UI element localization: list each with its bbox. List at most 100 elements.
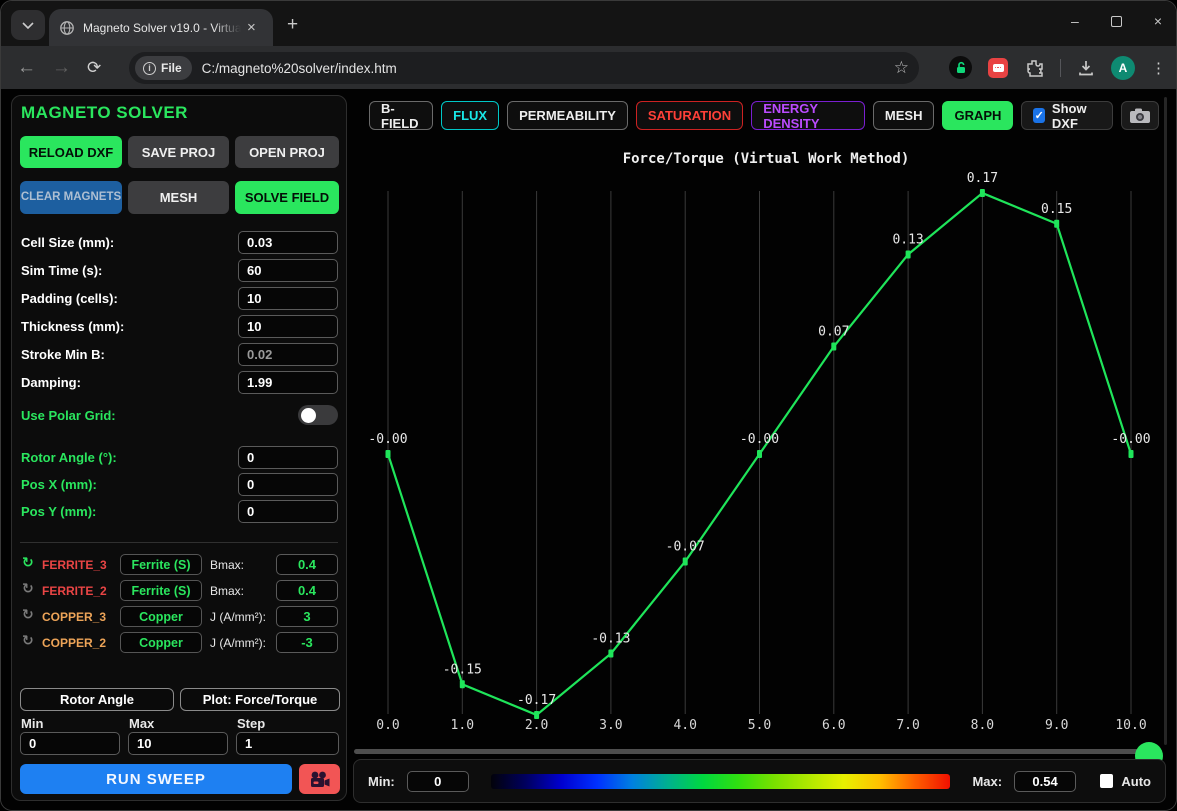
thickness-label: Thickness (mm): <box>21 319 124 334</box>
material-type-button[interactable]: Copper <box>120 606 202 627</box>
svg-text:-0.00: -0.00 <box>1111 432 1150 447</box>
rotor-angle-label: Rotor Angle (°): <box>21 450 117 465</box>
open-proj-button[interactable]: OPEN PROJ <box>235 136 339 168</box>
svg-text:2.0: 2.0 <box>525 718 548 733</box>
refresh-icon[interactable]: ↻ <box>22 633 34 649</box>
stroke-min-b-input[interactable] <box>238 343 338 366</box>
cell-size-input[interactable] <box>238 231 338 254</box>
horizontal-scrollbar[interactable] <box>354 749 1160 754</box>
rotor-angle-input[interactable] <box>238 446 338 469</box>
flux-button[interactable]: FLUX <box>441 101 499 130</box>
forward-icon[interactable]: → <box>52 57 71 79</box>
refresh-icon[interactable]: ↻ <box>22 581 34 597</box>
clear-magnets-button[interactable]: CLEAR MAGNETS <box>20 181 122 214</box>
view-toolbar: B-FIELD FLUX PERMEABILITY SATURATION ENE… <box>369 101 1159 130</box>
download-icon[interactable] <box>1077 59 1095 77</box>
screenshot-button[interactable] <box>1121 101 1159 130</box>
use-polar-grid-toggle[interactable] <box>298 405 338 425</box>
auto-checkbox[interactable] <box>1100 774 1113 788</box>
colormap-min-input[interactable] <box>407 771 469 792</box>
material-qty-label: J (A/mm²): <box>210 636 266 650</box>
svg-text:-0.15: -0.15 <box>443 662 482 677</box>
show-dxf-checkbox[interactable]: ✓ <box>1033 108 1044 123</box>
cell-size-label: Cell Size (mm): <box>21 235 114 250</box>
info-icon: i <box>143 62 156 75</box>
b-field-button[interactable]: B-FIELD <box>369 101 433 130</box>
material-value-input[interactable] <box>276 632 338 653</box>
sim-time-input[interactable] <box>238 259 338 282</box>
colormap-gradient <box>491 774 951 789</box>
menu-icon[interactable]: ⋮ <box>1151 59 1166 77</box>
show-dxf-button[interactable]: ✓ Show DXF <box>1021 101 1113 130</box>
tab-close-icon[interactable]: × <box>247 19 256 36</box>
energy-density-button[interactable]: ENERGY DENSITY <box>751 101 865 130</box>
extensions-icon[interactable] <box>1024 58 1044 78</box>
sweep-plot-button[interactable]: Plot: Force/Torque <box>180 688 340 711</box>
mesh-button[interactable]: MESH <box>128 181 229 214</box>
material-type-button[interactable]: Copper <box>120 632 202 653</box>
pos-x-input[interactable] <box>238 473 338 496</box>
material-value-input[interactable] <box>276 606 338 627</box>
tab-strip: Magneto Solver v19.0 - Virtual W × + – × <box>1 1 1176 46</box>
browser-tab[interactable]: Magneto Solver v19.0 - Virtual W × <box>49 9 273 46</box>
thickness-input[interactable] <box>238 315 338 338</box>
svg-text:0.13: 0.13 <box>892 232 923 247</box>
red-extension-icon[interactable] <box>988 58 1008 78</box>
run-sweep-button[interactable]: RUN SWEEP <box>20 764 292 794</box>
record-sweep-button[interactable] <box>299 764 340 794</box>
colormap-max-input[interactable] <box>1014 771 1076 792</box>
svg-text:-0.00: -0.00 <box>740 432 779 447</box>
sweep-step-input[interactable] <box>236 732 339 755</box>
avatar[interactable]: A <box>1111 56 1135 80</box>
padding-input[interactable] <box>238 287 338 310</box>
colormap-max-label: Max: <box>972 774 1002 789</box>
svg-text:0.0: 0.0 <box>376 718 399 733</box>
material-row: ↻ FERRITE_3 Ferrite (S) Bmax: <box>12 554 346 575</box>
saturation-button[interactable]: SATURATION <box>636 101 743 130</box>
new-tab-button[interactable]: + <box>287 15 298 34</box>
reload-dxf-button[interactable]: RELOAD DXF <box>20 136 122 168</box>
window-close-button[interactable]: × <box>1154 13 1162 29</box>
material-value-input[interactable] <box>276 580 338 601</box>
mesh-view-button[interactable]: MESH <box>873 101 935 130</box>
damping-input[interactable] <box>238 371 338 394</box>
min-label: Min <box>21 716 43 731</box>
step-label: Step <box>237 716 265 731</box>
reload-icon[interactable]: ⟳ <box>87 58 101 78</box>
lock-extension-icon[interactable] <box>949 56 972 79</box>
app-title: MAGNETO SOLVER <box>21 103 188 123</box>
minimize-button[interactable]: – <box>1071 13 1079 29</box>
save-proj-button[interactable]: SAVE PROJ <box>128 136 229 168</box>
material-row: ↻ COPPER_3 Copper J (A/mm²): <box>12 606 346 627</box>
back-icon[interactable]: ← <box>17 57 36 79</box>
svg-text:-0.07: -0.07 <box>666 539 705 554</box>
graph-button[interactable]: GRAPH <box>942 101 1013 130</box>
force-torque-chart[interactable]: 0.01.02.03.04.05.06.07.08.09.010.0-0.00-… <box>351 141 1171 751</box>
url-text[interactable]: C:/magneto%20solver/index.htm <box>202 61 894 76</box>
material-type-button[interactable]: Ferrite (S) <box>120 580 202 601</box>
sweep-max-input[interactable] <box>128 732 228 755</box>
browser-toolbar: ← → ⟳ i File C:/magneto%20solver/index.h… <box>1 46 1176 89</box>
address-bar[interactable]: i File C:/magneto%20solver/index.htm ☆ <box>129 52 919 84</box>
vertical-scrollbar[interactable] <box>1164 97 1167 745</box>
material-value-input[interactable] <box>276 554 338 575</box>
bookmark-star-icon[interactable]: ☆ <box>894 58 909 78</box>
solve-field-button[interactable]: SOLVE FIELD <box>235 181 339 214</box>
sweep-min-input[interactable] <box>20 732 120 755</box>
refresh-icon[interactable]: ↻ <box>22 607 34 623</box>
svg-text:6.0: 6.0 <box>822 718 845 733</box>
browser-window: Magneto Solver v19.0 - Virtual W × + – ×… <box>0 0 1177 811</box>
pos-y-input[interactable] <box>238 500 338 523</box>
camera-icon <box>1129 107 1151 124</box>
refresh-icon[interactable]: ↻ <box>22 555 34 571</box>
svg-text:9.0: 9.0 <box>1045 718 1068 733</box>
tab-search-button[interactable] <box>11 10 45 40</box>
material-name: FERRITE_2 <box>42 584 107 598</box>
material-name: COPPER_3 <box>42 610 106 624</box>
maximize-button[interactable] <box>1111 16 1122 27</box>
permeability-button[interactable]: PERMEABILITY <box>507 101 628 130</box>
material-type-button[interactable]: Ferrite (S) <box>120 554 202 575</box>
sweep-param-button[interactable]: Rotor Angle <box>20 688 174 711</box>
file-chip[interactable]: i File <box>135 56 192 80</box>
svg-text:0.15: 0.15 <box>1041 202 1072 217</box>
